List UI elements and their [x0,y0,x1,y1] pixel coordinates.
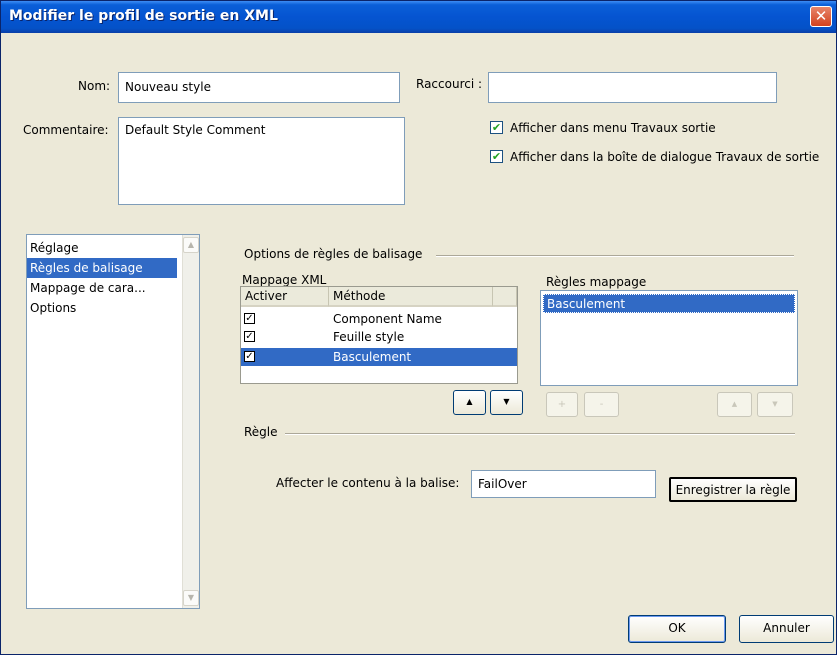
check-icon: ✔ [491,121,502,134]
arrow-up-icon: ▲ [466,397,473,406]
ok-button[interactable]: OK [628,615,726,643]
add-rule-button[interactable]: + [546,392,578,417]
tagging-options-divider [436,255,794,257]
check-icon: ✓ [245,331,254,342]
assign-tag-label: Affecter le contenu à la balise: [276,476,460,490]
dialog-title: Modifier le profil de sortie en XML [9,8,278,24]
show-in-menu-checkbox[interactable]: ✔ [490,121,503,134]
mapping-rules-label: Règles mappage [546,275,647,289]
shortcut-label: Raccourci : [416,77,483,91]
rule-divider [285,433,795,435]
scroll-down-icon[interactable]: ▼ [183,590,199,606]
row-method: Feuille style [333,330,405,344]
show-in-menu-label: Afficher dans menu Travaux sortie [510,121,716,135]
xml-mapping-label: Mappage XML [242,273,327,287]
show-in-dialog-checkbox[interactable]: ✔ [490,150,503,163]
check-icon: ✔ [491,150,502,163]
sidebar-item-character-mapping[interactable]: Mappage de cara... [27,278,199,298]
rule-title: Règle [244,425,278,439]
check-icon: ✓ [245,351,254,362]
xml-mapping-table[interactable]: Activer Méthode ✓ Component Name ✓ Feuil… [240,286,518,384]
show-in-dialog-label: Afficher dans la boîte de dialogue Trava… [510,150,820,164]
arrow-down-icon: ▼ [503,397,510,406]
title-bar[interactable]: Modifier le profil de sortie en XML ✕ [1,1,836,33]
table-row[interactable]: ✓ Component Name [241,310,517,328]
table-row[interactable]: ✓ Basculement [241,348,517,366]
sidebar-item-tagging-rules[interactable]: Règles de balisage [27,258,177,278]
plus-icon: + [557,399,567,410]
column-header-method[interactable]: Méthode [329,287,493,307]
arrow-down-icon: ▼ [772,400,778,408]
mapping-rules-list[interactable]: Basculement [540,290,798,386]
tagging-options-title: Options de règles de balisage [244,247,423,261]
rule-move-up-button[interactable]: ▲ [717,392,752,417]
sidebar-item-settings[interactable]: Réglage [27,238,199,258]
move-down-button[interactable]: ▼ [490,390,523,415]
tag-input[interactable]: FailOver [471,470,656,498]
arrow-up-icon: ▲ [731,400,738,408]
shortcut-input[interactable] [488,72,777,103]
row-method: Component Name [333,312,442,326]
mapping-rule-item[interactable]: Basculement [543,294,795,313]
sidebar-item-options[interactable]: Options [27,298,199,318]
table-row[interactable]: ✓ Feuille style [241,328,517,346]
column-header-filler [493,287,517,307]
row-checkbox[interactable]: ✓ [244,351,255,362]
rule-move-down-button[interactable]: ▼ [757,392,793,417]
row-method: Basculement [333,350,412,364]
cancel-button[interactable]: Annuler [739,615,834,643]
comment-textarea[interactable]: Default Style Comment [118,117,405,205]
row-checkbox[interactable]: ✓ [244,313,255,324]
close-icon: ✕ [814,7,828,25]
move-up-button[interactable]: ▲ [453,390,486,415]
check-icon: ✓ [245,313,254,324]
dialog-window: Modifier le profil de sortie en XML ✕ No… [0,0,837,655]
name-input[interactable]: Nouveau style [118,72,400,103]
row-checkbox[interactable]: ✓ [244,331,255,342]
name-label: Nom: [78,79,111,93]
scroll-up-icon[interactable]: ▲ [183,237,199,253]
sidebar-list[interactable]: Réglage Règles de balisage Mappage de ca… [26,234,200,609]
remove-rule-button[interactable]: - [584,392,619,417]
close-button[interactable]: ✕ [810,6,832,27]
comment-label: Commentaire: [23,123,109,137]
minus-icon: - [599,399,604,410]
sidebar-scrollbar[interactable]: ▲ ▼ [182,235,199,608]
save-rule-button[interactable]: Enregistrer la règle [669,477,797,502]
column-header-activate[interactable]: Activer [241,287,329,307]
